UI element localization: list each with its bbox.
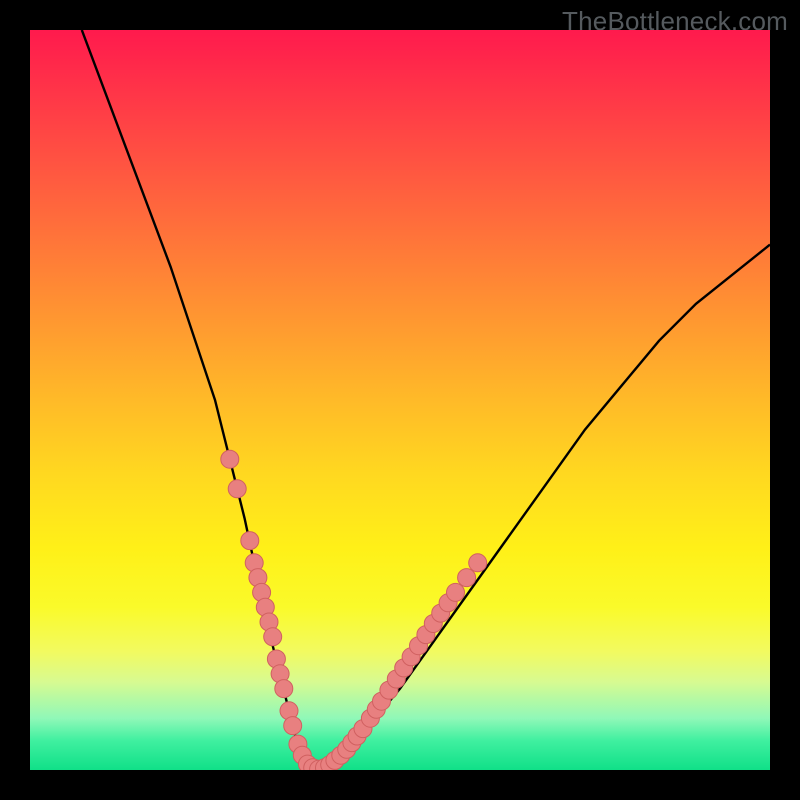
dots-group	[221, 450, 487, 770]
bottleneck-curve	[82, 30, 770, 770]
chart-svg	[30, 30, 770, 770]
data-dot	[241, 532, 259, 550]
plot-area	[30, 30, 770, 770]
data-dot	[447, 583, 465, 601]
chart-frame: TheBottleneck.com	[0, 0, 800, 800]
data-dot	[221, 450, 239, 468]
data-dot	[264, 628, 282, 646]
data-dot	[458, 569, 476, 587]
data-dot	[228, 480, 246, 498]
data-dot	[275, 680, 293, 698]
data-dot	[469, 554, 487, 572]
data-dot	[284, 717, 302, 735]
